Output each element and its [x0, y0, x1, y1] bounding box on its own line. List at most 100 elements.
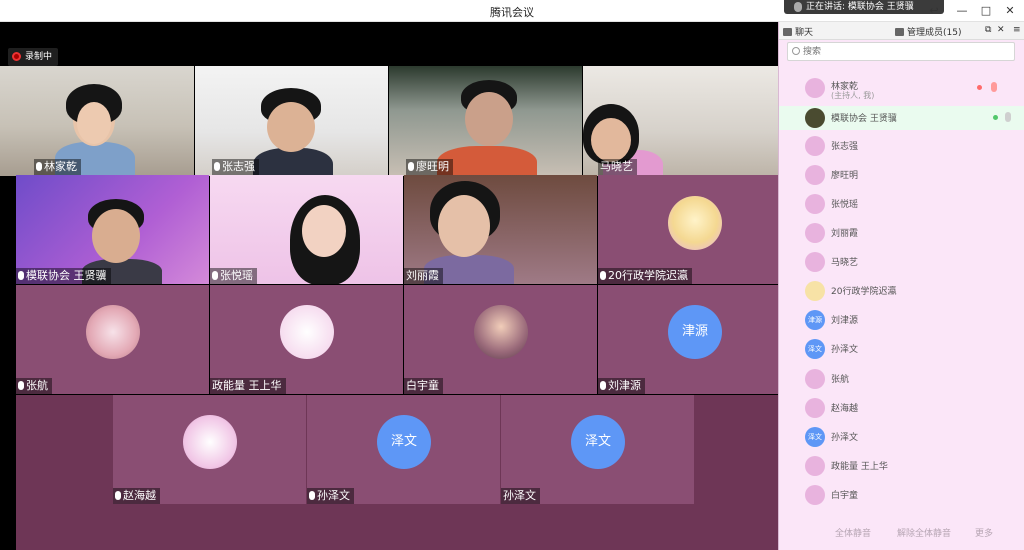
name-tag: 刘津源: [598, 378, 645, 394]
status-dot: [993, 115, 998, 120]
member-search[interactable]: [787, 42, 1015, 61]
mic-icon[interactable]: [991, 82, 997, 92]
name-tag: 马晓艺: [598, 159, 637, 175]
tab-chat[interactable]: 聊天: [783, 25, 813, 38]
share-icon[interactable]: ↩: [926, 3, 942, 19]
avatar: [805, 136, 825, 156]
sidebar-tabs: 聊天 管理成员(15) ⧉ ✕ ≡: [779, 22, 1024, 40]
unmute-all-button[interactable]: 解除全体静音: [897, 526, 951, 539]
more-button[interactable]: 更多: [975, 526, 993, 539]
tab-members[interactable]: 管理成员(15): [895, 25, 961, 38]
name-tag: 廖旺明: [406, 159, 453, 175]
name-tag: 20行政学院迟瀛: [598, 268, 692, 284]
video-tile-0[interactable]: 模联协会 王贤骥: [16, 175, 209, 284]
avatar: [805, 456, 825, 476]
mic-icon[interactable]: [1005, 112, 1011, 122]
member-row[interactable]: 泽文 孙泽文: [779, 337, 1024, 361]
mic-icon: [212, 271, 218, 280]
mic-icon: [36, 162, 42, 171]
member-row[interactable]: 马晓艺: [779, 250, 1024, 274]
avatar: [805, 252, 825, 272]
video-tile-10[interactable]: 泽文 孙泽文: [501, 395, 694, 504]
avatar: [805, 369, 825, 389]
member-row[interactable]: 泽文 孙泽文: [779, 425, 1024, 449]
member-row[interactable]: 张航: [779, 367, 1024, 391]
member-row[interactable]: 赵海越: [779, 396, 1024, 420]
mic-icon: [115, 491, 121, 500]
avatar: [86, 305, 140, 359]
search-icon: [792, 47, 800, 55]
video-tile-9[interactable]: 泽文 孙泽文: [307, 395, 500, 504]
mic-icon: [18, 271, 24, 280]
member-row[interactable]: 白宇童: [779, 483, 1024, 507]
avatar: [183, 415, 237, 469]
avatar: 泽文: [571, 415, 625, 469]
name-tag: 林家乾: [34, 159, 81, 175]
mic-icon: [214, 162, 220, 171]
video-tile-top-0[interactable]: [0, 66, 194, 176]
recording-badge[interactable]: 录制中: [8, 48, 59, 66]
video-tile-1[interactable]: 张悦瑶: [210, 175, 403, 284]
mic-icon: [309, 491, 315, 500]
search-input[interactable]: [803, 45, 1003, 58]
sidebar-footer: 全体静音 解除全体静音 更多: [779, 522, 1024, 542]
member-row[interactable]: 张志强: [779, 134, 1024, 158]
video-tile-8[interactable]: 赵海越: [113, 395, 306, 504]
avatar: [805, 223, 825, 243]
avatar: [805, 78, 825, 98]
name-tag: 赵海越: [113, 488, 160, 504]
name-tag: 政能量 王上华: [210, 378, 286, 394]
video-tile-5[interactable]: 政能量 王上华: [210, 285, 403, 394]
people-icon: [895, 28, 904, 36]
video-tile-4[interactable]: 张航: [16, 285, 209, 394]
minimize-button[interactable]: —: [954, 3, 970, 19]
avatar: [805, 194, 825, 214]
name-tag: 张航: [16, 378, 52, 394]
avatar: 津源: [805, 310, 825, 330]
avatar: [805, 108, 825, 128]
close-panel-icon[interactable]: ✕: [997, 25, 1005, 35]
name-tag: 刘丽霞: [404, 268, 443, 284]
member-row[interactable]: 张悦瑶: [779, 192, 1024, 216]
avatar: 泽文: [805, 427, 825, 447]
name-tag: 孙泽文: [307, 488, 354, 504]
maximize-button[interactable]: □: [978, 3, 994, 19]
title-bar: 腾讯会议 正在讲话: 模联协会 王贤骥 ↩ — □ ✕: [0, 0, 1024, 22]
video-tile-6[interactable]: 白宇童: [404, 285, 597, 394]
mic-icon: [18, 381, 24, 390]
mic-icon: [408, 162, 414, 171]
members-sidebar: 聊天 管理成员(15) ⧉ ✕ ≡ 林家乾 (主持人, 我) 模联协会 王贤骥 …: [778, 22, 1024, 550]
avatar: 津源: [668, 305, 722, 359]
mic-icon: [600, 381, 606, 390]
member-row[interactable]: 津源 刘津源: [779, 308, 1024, 332]
close-button[interactable]: ✕: [1002, 3, 1018, 19]
member-row[interactable]: 政能量 王上华: [779, 454, 1024, 478]
mic-icon: [794, 1, 802, 12]
recording-label: 录制中: [25, 52, 53, 62]
speaking-text: 正在讲话: 模联协会 王贤骥: [806, 2, 914, 12]
avatar: [805, 281, 825, 301]
member-row[interactable]: 廖旺明: [779, 163, 1024, 187]
name-tag: 模联协会 王贤骥: [16, 268, 111, 284]
video-tile-2[interactable]: 刘丽霞: [404, 175, 597, 284]
avatar: 泽文: [377, 415, 431, 469]
menu-icon[interactable]: ≡: [1013, 25, 1021, 35]
record-icon: [12, 52, 21, 61]
avatar: [474, 305, 528, 359]
member-row[interactable]: 刘丽霞: [779, 221, 1024, 245]
video-tile-7[interactable]: 津源 刘津源: [598, 285, 778, 394]
member-row[interactable]: 模联协会 王贤骥: [779, 106, 1024, 130]
member-row[interactable]: 林家乾 (主持人, 我): [779, 76, 1024, 104]
chat-icon: [783, 28, 792, 36]
name-tag: 张悦瑶: [210, 268, 257, 284]
video-tile-3[interactable]: 20行政学院迟瀛: [598, 175, 778, 284]
status-dot: [977, 85, 982, 90]
popout-icon[interactable]: ⧉: [985, 25, 991, 35]
avatar: [805, 485, 825, 505]
mic-icon: [600, 271, 606, 280]
avatar: [805, 398, 825, 418]
member-row[interactable]: 20行政学院迟瀛: [779, 279, 1024, 303]
avatar: 泽文: [805, 339, 825, 359]
mute-all-button[interactable]: 全体静音: [835, 526, 871, 539]
video-area: 录制中 林家乾 张志强 廖旺明 马晓艺 模联协会 王贤骥 张悦瑶 刘丽霞 20行…: [0, 22, 778, 550]
